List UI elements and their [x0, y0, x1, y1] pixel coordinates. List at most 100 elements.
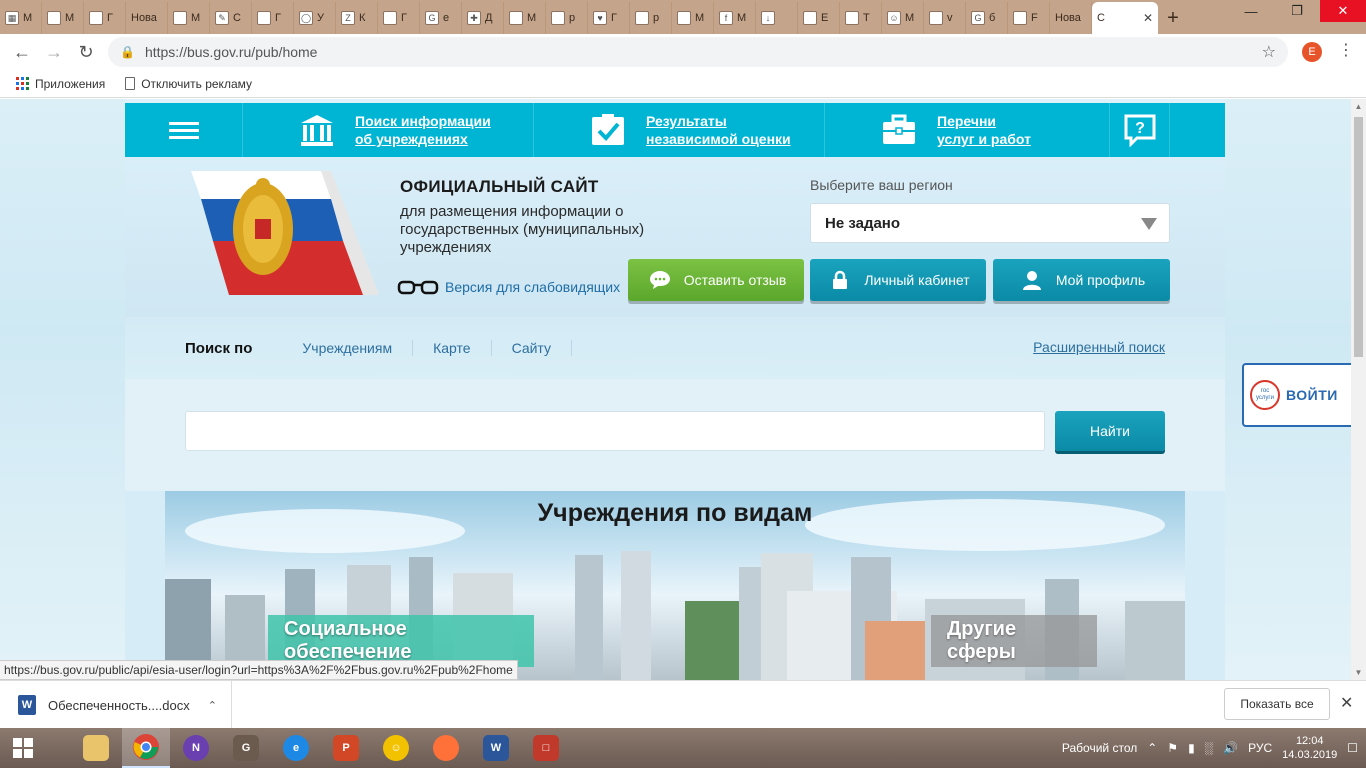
briefcase-icon: [879, 112, 919, 148]
button-label: Оставить отзыв: [683, 272, 787, 288]
chevron-up-icon[interactable]: ⌃: [1147, 741, 1157, 755]
windows-start-icon[interactable]: [0, 728, 46, 768]
site-title: ОФИЦИАЛЬНЫЙ САЙТ: [400, 177, 599, 196]
browser-tab[interactable]: ZК: [336, 2, 378, 34]
restore-icon[interactable]: ❐: [1274, 0, 1320, 22]
browser-tab[interactable]: ◯ У: [294, 2, 336, 34]
browser-tab[interactable]: Gе: [420, 2, 462, 34]
checkmark-icon: [588, 112, 628, 148]
gimp-icon[interactable]: G: [222, 728, 270, 768]
forward-icon[interactable]: →: [38, 36, 70, 68]
file-explorer-icon[interactable]: [72, 728, 120, 768]
icq-pro-icon[interactable]: ☺: [372, 728, 420, 768]
browser-menu-icon[interactable]: ⋮: [1338, 40, 1354, 60]
browser-tab[interactable]: ☺ М: [882, 2, 924, 34]
clock[interactable]: 12:04 14.03.2019: [1282, 734, 1337, 762]
close-window-icon[interactable]: ✕: [1320, 0, 1366, 22]
internet-explorer-icon[interactable]: e: [272, 728, 320, 768]
browser-tab[interactable]: Gб: [966, 2, 1008, 34]
scroll-up-icon[interactable]: ▲: [1351, 99, 1366, 114]
browser-tab[interactable]: М: [504, 2, 546, 34]
reload-icon[interactable]: ↻: [70, 36, 102, 68]
page-scrollbar[interactable]: ▲ ▼: [1351, 99, 1366, 680]
advanced-search-link[interactable]: Расширенный поиск: [1033, 339, 1165, 355]
browser-tab[interactable]: Г: [84, 2, 126, 34]
flag-icon[interactable]: ⚑: [1167, 741, 1178, 755]
search-input[interactable]: [185, 411, 1045, 451]
browser-tab[interactable]: Е: [798, 2, 840, 34]
tab-map[interactable]: Карте: [413, 340, 492, 356]
personal-cabinet-button[interactable]: Личный кабинет: [810, 259, 986, 301]
show-all-button[interactable]: Показать все: [1224, 688, 1330, 720]
firefox-icon[interactable]: [422, 728, 470, 768]
browser-tab[interactable]: Т: [840, 2, 882, 34]
chevron-up-icon[interactable]: ⌃: [208, 699, 217, 712]
tab-institutions[interactable]: Учреждениям: [282, 340, 414, 356]
download-item[interactable]: W Обеспеченность....docx ⌃: [0, 681, 232, 729]
browser-tab[interactable]: Нова: [126, 2, 168, 34]
glasses-icon: [397, 280, 439, 295]
leave-feedback-button[interactable]: Оставить отзыв: [628, 259, 804, 301]
low-vision-link[interactable]: Версия для слабовидящих: [397, 279, 620, 295]
url-field[interactable]: 🔒 https://bus.gov.ru/pub/home ☆: [108, 37, 1288, 67]
search-row: Найти: [125, 379, 1225, 491]
site-header: ОФИЦИАЛЬНЫЙ САЙТ для размещения информац…: [125, 157, 1225, 317]
browser-tab[interactable]: fМ: [714, 2, 756, 34]
word-icon[interactable]: W: [472, 728, 520, 768]
browser-tab[interactable]: F: [1008, 2, 1050, 34]
desktop-label[interactable]: Рабочий стол: [1062, 741, 1137, 755]
nav-search-institutions[interactable]: Поиск информации об учреждениях: [243, 103, 534, 157]
lock-icon: 🔒: [120, 45, 135, 59]
bookmark-disable-ads[interactable]: Отключить рекламу: [125, 77, 252, 91]
browser-tab[interactable]: М: [168, 2, 210, 34]
browser-tab[interactable]: М: [42, 2, 84, 34]
battery-icon[interactable]: ▮: [1188, 741, 1195, 755]
scroll-thumb[interactable]: [1354, 117, 1363, 357]
nav-services-lists[interactable]: Перечни услуг и работ: [825, 103, 1110, 157]
bookmark-star-icon[interactable]: ☆: [1262, 42, 1276, 62]
tab-label: v: [947, 12, 953, 24]
gosuslugi-login-button[interactable]: гос услуги ВОЙТИ: [1242, 363, 1351, 427]
profile-avatar[interactable]: E: [1302, 42, 1322, 62]
browser-tab[interactable]: р: [546, 2, 588, 34]
region-select[interactable]: Не задано: [810, 203, 1170, 243]
new-tab-icon[interactable]: +: [1158, 2, 1188, 34]
powerpoint-icon[interactable]: P: [322, 728, 370, 768]
browser-tab[interactable]: р: [630, 2, 672, 34]
minimize-icon[interactable]: —: [1228, 0, 1274, 22]
network-icon[interactable]: ░: [1205, 741, 1214, 755]
close-tab-icon[interactable]: ✕: [1143, 11, 1153, 25]
browser-tab[interactable]: ▦ М: [0, 2, 42, 34]
back-icon[interactable]: ←: [6, 36, 38, 68]
my-profile-button[interactable]: Мой профиль: [993, 259, 1170, 301]
close-icon[interactable]: ✕: [1340, 693, 1353, 713]
bookmark-apps[interactable]: Приложения: [16, 77, 105, 91]
browser-tab[interactable]: ✎ С: [210, 2, 252, 34]
pdf-reader-icon[interactable]: □: [522, 728, 570, 768]
language-indicator[interactable]: РУС: [1248, 741, 1272, 755]
nvu-icon[interactable]: N: [172, 728, 220, 768]
search-button[interactable]: Найти: [1055, 411, 1165, 451]
search-by-label: Поиск по: [185, 339, 253, 357]
browser-tab[interactable]: ↓: [756, 2, 798, 34]
browser-tab[interactable]: Г: [252, 2, 294, 34]
browser-tab[interactable]: Г: [378, 2, 420, 34]
browser-tab[interactable]: ✚ Д: [462, 2, 504, 34]
chrome-icon[interactable]: [122, 728, 170, 768]
institution-icon: [297, 112, 337, 148]
help-icon[interactable]: ?: [1110, 103, 1170, 157]
nav-independent-evaluation[interactable]: Результаты независимой оценки: [534, 103, 825, 157]
tab-label: М: [191, 12, 201, 24]
notifications-icon[interactable]: ☐: [1347, 741, 1358, 755]
russian-flag-emblem-logo[interactable]: [181, 171, 381, 295]
browser-tab[interactable]: ♥ Г: [588, 2, 630, 34]
category-other[interactable]: Другие сферы: [931, 615, 1097, 667]
browser-tab[interactable]: Нова: [1050, 2, 1092, 34]
scroll-down-icon[interactable]: ▼: [1351, 665, 1366, 680]
menu-burger-icon[interactable]: [125, 103, 243, 157]
tab-site[interactable]: Сайту: [492, 340, 573, 356]
browser-tab[interactable]: М: [672, 2, 714, 34]
browser-tab-active[interactable]: С ✕: [1092, 2, 1158, 34]
volume-icon[interactable]: 🔊: [1223, 741, 1238, 755]
browser-tab[interactable]: v: [924, 2, 966, 34]
